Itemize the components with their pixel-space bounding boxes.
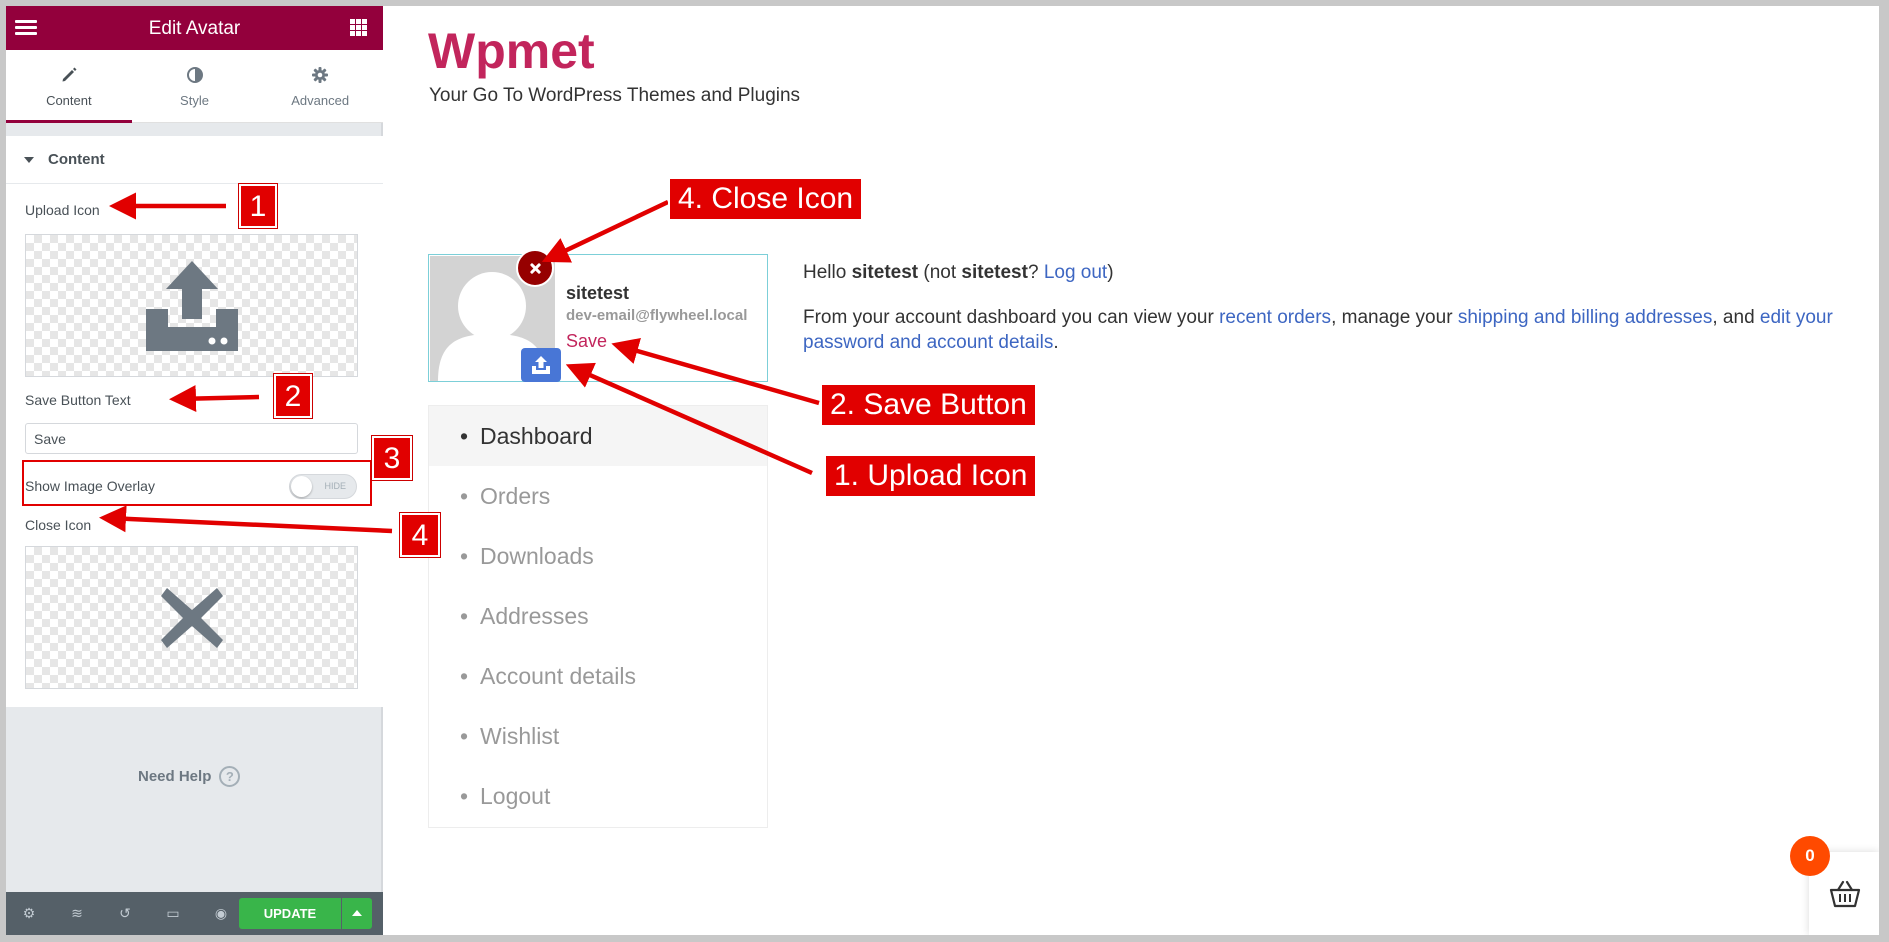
widgets-grid-icon[interactable] [350, 19, 367, 36]
avatar-email: dev-email@flywheel.local [566, 307, 748, 324]
panel-header: Edit Avatar [6, 6, 383, 50]
annotation-number-4: 4 [400, 513, 440, 557]
annotation-number-1: 1 [239, 184, 277, 228]
content-section-toggle[interactable]: Content [6, 136, 383, 184]
nav-item-orders[interactable]: Orders [429, 466, 767, 526]
panel-footer: ⚙ ≋ ↺ ▭ ◉ UPDATE [6, 892, 383, 935]
update-button[interactable]: UPDATE [239, 898, 341, 929]
greeting-close: ) [1107, 262, 1114, 283]
avatar-save-button[interactable]: Save [566, 331, 607, 352]
pencil-icon [6, 66, 132, 86]
tab-content[interactable]: Content [6, 50, 132, 123]
upload-icon [145, 260, 238, 351]
callout-save-button: 2. Save Button [820, 383, 1037, 427]
nav-item-downloads[interactable]: Downloads [429, 526, 767, 586]
account-navigation: Dashboard Orders Downloads Addresses Acc… [428, 405, 768, 828]
tab-advanced-label: Advanced [291, 93, 350, 108]
tab-style[interactable]: Style [132, 50, 258, 122]
greeting-text: Hello sitetest (not sitetest? Log out) [803, 262, 1114, 284]
preview-eye-icon[interactable]: ◉ [212, 904, 230, 922]
need-help-link[interactable]: Need Help ? [138, 766, 241, 787]
dash-text-1: From your account dashboard you can view… [803, 307, 1220, 328]
annotation-number-3: 3 [372, 436, 412, 480]
x-mark-icon [160, 587, 223, 648]
tab-advanced[interactable]: Advanced [257, 50, 383, 122]
cart-count-badge: 0 [1790, 836, 1830, 876]
upload-icon [532, 356, 550, 374]
upload-icon-picker[interactable] [25, 234, 358, 377]
settings-gear-icon[interactable]: ⚙ [20, 904, 38, 922]
panel-title: Edit Avatar [148, 18, 241, 39]
tab-style-label: Style [180, 93, 209, 108]
recent-orders-link[interactable]: recent orders [1219, 307, 1331, 328]
greeting-user: sitetest [851, 262, 919, 283]
history-icon[interactable]: ↺ [116, 904, 134, 922]
caret-down-icon [24, 156, 34, 163]
nav-item-dashboard[interactable]: Dashboard [429, 406, 767, 466]
site-title[interactable]: Wpmet [428, 22, 595, 80]
avatar-upload-button[interactable] [521, 348, 561, 382]
logout-link[interactable]: Log out [1044, 262, 1107, 283]
callout-upload-icon: 1. Upload Icon [824, 454, 1038, 498]
panel-tabs: Content Style Advanced [6, 50, 383, 123]
show-overlay-highlight-box [22, 460, 372, 506]
upload-icon-label: Upload Icon [25, 202, 100, 218]
close-icon-picker[interactable] [25, 546, 358, 689]
dashboard-description: From your account dashboard you can view… [803, 305, 1853, 355]
half-circle-icon [132, 66, 258, 86]
content-section: Content Upload Icon Save Button Text Sho… [6, 136, 383, 707]
greeting-user-2: sitetest [961, 262, 1028, 283]
addresses-link[interactable]: shipping and billing addresses [1458, 307, 1713, 328]
nav-item-addresses[interactable]: Addresses [429, 586, 767, 646]
section-title: Content [48, 151, 105, 168]
avatar-card: sitetest dev-email@flywheel.local Save [428, 254, 768, 382]
nav-item-account-details[interactable]: Account details [429, 646, 767, 706]
dash-text-4: . [1053, 332, 1059, 353]
greeting-q: ? [1027, 262, 1044, 283]
site-tagline: Your Go To WordPress Themes and Plugins [429, 85, 801, 106]
need-help-text: Need Help [138, 768, 212, 785]
annotation-number-2: 2 [274, 374, 312, 418]
tab-content-label: Content [46, 93, 92, 108]
update-options-caret-icon[interactable] [342, 898, 372, 929]
greeting-hello: Hello [803, 262, 852, 283]
save-button-text-label: Save Button Text [25, 392, 131, 408]
screenshot-frame: Edit Avatar Content Style Advanced Conte… [6, 6, 1879, 935]
callout-close-icon: 4. Close Icon [668, 177, 864, 221]
close-icon-label: Close Icon [25, 517, 92, 533]
gear-icon [257, 66, 383, 86]
greeting-not: (not [918, 262, 962, 283]
help-circle-icon: ? [219, 766, 241, 787]
layers-icon[interactable]: ≋ [68, 904, 86, 922]
avatar-close-icon[interactable] [516, 249, 554, 287]
nav-item-logout[interactable]: Logout [429, 766, 767, 826]
dash-text-3: , and [1712, 307, 1760, 328]
nav-item-wishlist[interactable]: Wishlist [429, 706, 767, 766]
dash-text-2: , manage your [1331, 307, 1458, 328]
save-button-text-input[interactable] [25, 423, 358, 454]
avatar-username: sitetest [566, 283, 630, 303]
basket-icon [1829, 880, 1861, 908]
responsive-icon[interactable]: ▭ [164, 904, 182, 922]
